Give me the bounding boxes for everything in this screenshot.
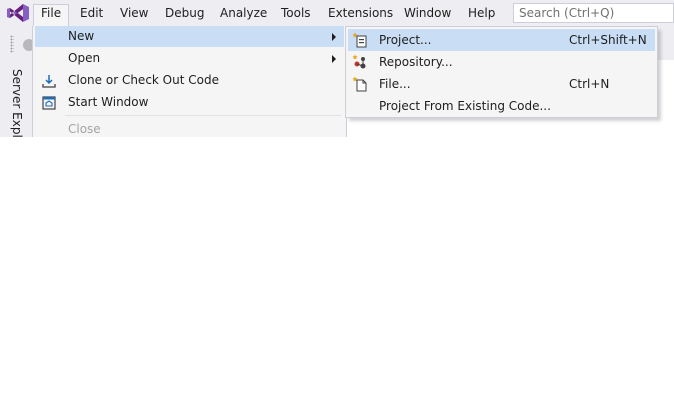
- file-menu-item-label: Clone or Check Out Code: [68, 73, 219, 87]
- menu-separator: [65, 115, 341, 116]
- new-submenu-item-label: Project From Existing Code...: [379, 99, 551, 113]
- home-window-icon: [42, 96, 56, 110]
- new-submenu-item-project[interactable]: Project... Ctrl+Shift+N: [348, 29, 655, 51]
- menu-tools[interactable]: Tools: [274, 4, 318, 23]
- file-menu-item-new[interactable]: New: [35, 26, 344, 47]
- menu-help[interactable]: Help: [461, 4, 502, 23]
- new-project-icon: [352, 32, 367, 48]
- file-menu-item-label: Close: [68, 122, 101, 136]
- visual-studio-logo-icon: [7, 4, 29, 22]
- file-menu-item-label: Open: [68, 51, 101, 65]
- menu-window[interactable]: Window: [397, 4, 458, 23]
- submenu-arrow-icon: [332, 55, 336, 63]
- menu-extensions[interactable]: Extensions: [321, 4, 400, 23]
- file-menu-item-close: Close: [35, 119, 344, 137]
- new-submenu-item-file[interactable]: File... Ctrl+N: [348, 73, 655, 95]
- menu-analyze[interactable]: Analyze: [213, 4, 274, 23]
- menu-bar: File Edit View Debug Analyze Tools Exten…: [0, 0, 674, 27]
- server-explorer-tab[interactable]: Server Explorer: [8, 69, 24, 137]
- new-submenu: Project... Ctrl+Shift+N Repository... Fi…: [345, 26, 658, 118]
- menu-file[interactable]: File: [33, 4, 70, 27]
- file-menu-item-label: New: [68, 29, 95, 43]
- download-icon: [42, 75, 56, 88]
- toolbar-grip-handle[interactable]: [10, 35, 14, 53]
- new-file-icon: [352, 76, 367, 92]
- repository-icon: [352, 54, 366, 69]
- new-submenu-item-label: Project...: [379, 33, 432, 47]
- new-submenu-item-repository[interactable]: Repository...: [348, 51, 655, 73]
- file-menu-item-clone[interactable]: Clone or Check Out Code: [35, 70, 344, 91]
- ide-chrome: File Edit View Debug Analyze Tools Exten…: [0, 0, 674, 137]
- shortcut-label: Ctrl+Shift+N: [569, 33, 647, 47]
- shortcut-label: Ctrl+N: [569, 77, 610, 91]
- new-submenu-item-label: File...: [379, 77, 411, 91]
- submenu-arrow-icon: [332, 33, 336, 41]
- file-menu-dropdown: New Open Clone or Check Out Code Start W…: [32, 26, 347, 137]
- search-input[interactable]: Search (Ctrl+Q): [513, 3, 674, 23]
- file-menu-item-open[interactable]: Open: [35, 48, 344, 69]
- new-submenu-item-existing-code[interactable]: Project From Existing Code...: [348, 95, 655, 117]
- menu-view[interactable]: View: [113, 4, 155, 23]
- file-menu-item-start-window[interactable]: Start Window: [35, 92, 344, 113]
- file-menu-item-label: Start Window: [68, 95, 149, 109]
- new-submenu-item-label: Repository...: [379, 55, 453, 69]
- menu-edit[interactable]: Edit: [73, 4, 110, 23]
- menu-debug[interactable]: Debug: [158, 4, 211, 23]
